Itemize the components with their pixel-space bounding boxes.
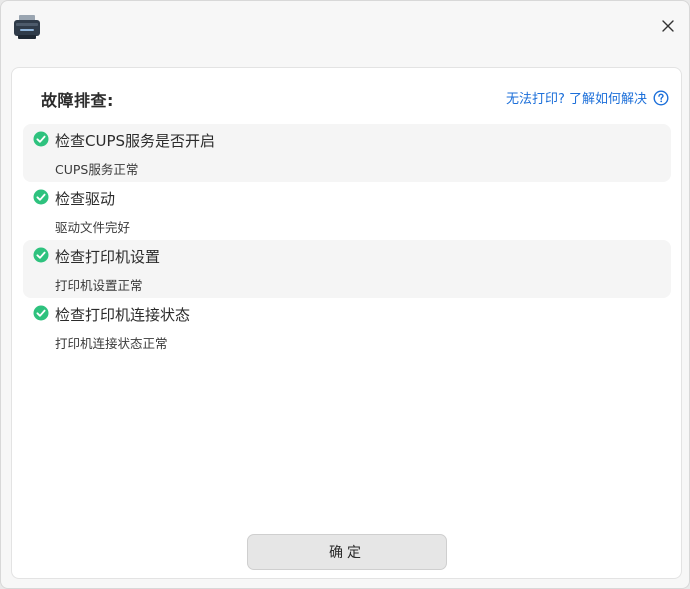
check-title: 检查驱动 [55, 190, 116, 208]
success-check-icon [33, 247, 49, 263]
check-status: CUPS服务正常 [55, 162, 139, 177]
check-status: 打印机连接状态正常 [55, 336, 168, 351]
success-check-icon [33, 305, 49, 321]
check-status: 驱动文件完好 [55, 220, 131, 235]
check-item-driver: 检查驱动 驱动文件完好 [23, 182, 671, 240]
printer-icon [13, 14, 41, 40]
check-status: 打印机设置正常 [55, 278, 143, 293]
help-link[interactable]: 无法打印? 了解如何解决 [506, 88, 669, 107]
titlebar [1, 1, 689, 51]
check-item-connection: 检查打印机连接状态 打印机连接状态正常 [23, 298, 671, 356]
check-title: 检查CUPS服务是否开启 [55, 132, 216, 150]
success-check-icon [33, 189, 49, 205]
ok-button[interactable]: 确定 [247, 534, 447, 570]
question-circle-icon [653, 89, 669, 106]
check-list: 检查CUPS服务是否开启 CUPS服务正常 检查驱动 驱动文件完好 检查打印机设… [23, 124, 671, 356]
check-item-settings: 检查打印机设置 打印机设置正常 [23, 240, 671, 298]
troubleshoot-dialog: 故障排查: 无法打印? 了解如何解决 检查CUPS服务是否开启 CUPS服务正常… [0, 0, 690, 589]
help-link-label: 无法打印? 了解如何解决 [505, 92, 647, 107]
troubleshoot-panel: 故障排查: 无法打印? 了解如何解决 检查CUPS服务是否开启 CUPS服务正常… [11, 67, 682, 579]
check-title: 检查打印机设置 [55, 248, 161, 266]
check-item-cups: 检查CUPS服务是否开启 CUPS服务正常 [23, 124, 671, 182]
page-title: 故障排查: [41, 91, 114, 110]
close-icon [662, 17, 674, 36]
success-check-icon [33, 131, 49, 147]
close-button[interactable] [655, 13, 681, 39]
check-title: 检查打印机连接状态 [55, 306, 191, 324]
